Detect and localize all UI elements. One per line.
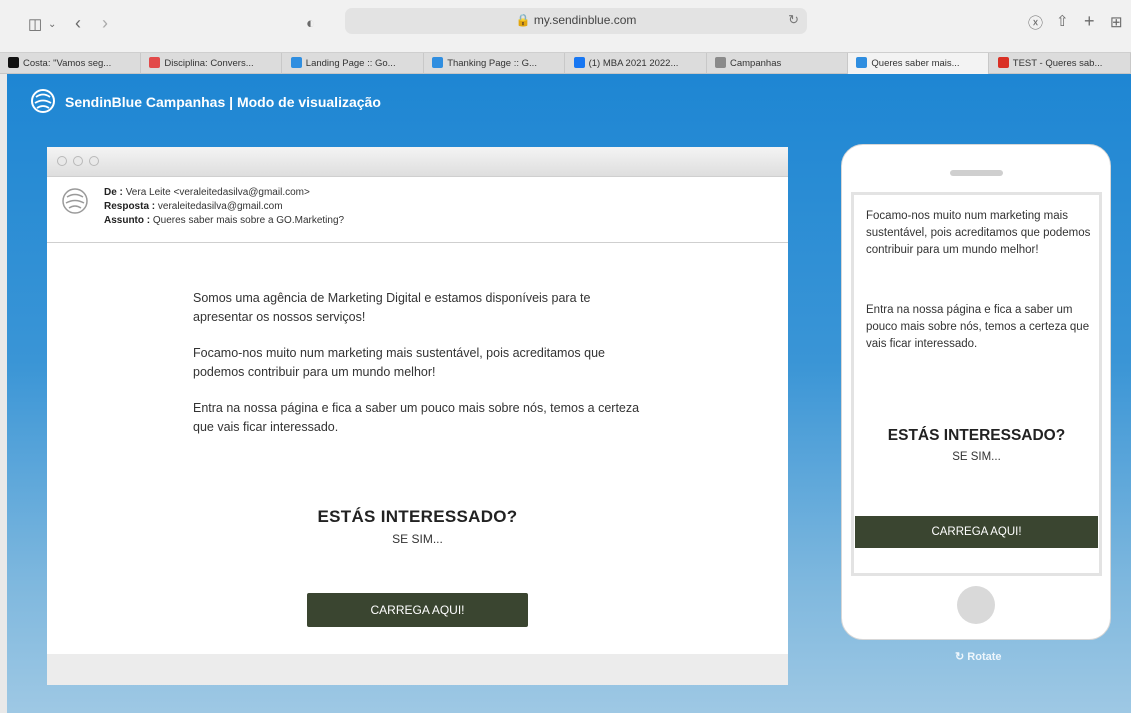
mobile-screen: Focamo-nos muito num marketing mais sust… xyxy=(851,192,1102,576)
phone-home-button xyxy=(957,586,995,624)
back-icon[interactable]: ‹ xyxy=(75,13,81,33)
privacy-shield-icon[interactable]: ◐ xyxy=(306,14,315,34)
tab-favicon-icon xyxy=(573,57,585,68)
subject-line: Assunto : Queres saber mais sobre a GO.M… xyxy=(104,215,344,226)
tab-favicon-icon xyxy=(290,57,302,68)
cta-title: ESTÁS INTERESSADO? xyxy=(317,507,518,526)
reply-label: Resposta : xyxy=(104,201,156,212)
tab-label: Costa: "Vamos seg... xyxy=(23,58,112,69)
window-dot-icon xyxy=(57,156,67,166)
window-dot-icon xyxy=(89,156,99,166)
tab-strip: Costa: "Vamos seg... Disciplina: Convers.… xyxy=(0,52,1131,74)
browser-tab[interactable]: Thanking Page :: G... xyxy=(424,53,566,74)
email-paragraph-2: Focamo-nos muito num marketing mais sust… xyxy=(193,346,605,379)
page-content: SendinBlue Campanhas | Modo de visualiza… xyxy=(7,74,1131,713)
browser-tab[interactable]: Campanhas xyxy=(707,53,848,74)
subject-value: Queres saber mais sobre a GO.Marketing? xyxy=(152,215,345,226)
tab-favicon-icon xyxy=(715,57,726,68)
new-tab-icon[interactable]: + xyxy=(1084,11,1095,31)
tab-label: Disciplina: Convers... xyxy=(164,58,254,69)
tab-favicon-icon xyxy=(997,57,1009,68)
tab-favicon-icon xyxy=(149,57,161,68)
from-value: Vera Leite <veraleitedasilva@gmail.com> xyxy=(125,187,310,198)
tab-favicon-icon xyxy=(432,57,444,68)
tab-favicon-icon xyxy=(856,57,868,68)
browser-tab[interactable]: Landing Page :: Go... xyxy=(283,53,424,74)
cta-button[interactable]: CARREGA AQUI! xyxy=(307,593,528,627)
phone-speaker xyxy=(950,170,1003,176)
tab-favicon-icon xyxy=(8,57,19,68)
rotate-label: Rotate xyxy=(967,651,1002,663)
chevron-down-icon[interactable]: ⌄ xyxy=(48,15,56,35)
preview-footer xyxy=(47,654,788,685)
sender-logo-icon xyxy=(62,188,88,214)
subject-label: Assunto : xyxy=(104,215,151,226)
url-value: my.sendinblue.com xyxy=(533,13,637,27)
from-label: De : xyxy=(104,187,123,198)
sendinblue-logo-icon xyxy=(31,89,55,113)
tab-label: Landing Page :: Go... xyxy=(305,58,396,69)
tab-label: Campanhas xyxy=(730,58,782,69)
email-paragraph-1: Somos uma agência de Marketing Digital e… xyxy=(193,291,591,324)
downloads-icon[interactable]: ⓧ xyxy=(1028,14,1043,34)
app-title: SendinBlue Campanhas | Modo de visualiza… xyxy=(65,94,381,110)
mobile-cta-button[interactable]: CARREGA AQUI! xyxy=(855,516,1098,548)
mobile-cta-title: ESTÁS INTERESSADO? xyxy=(887,427,1066,444)
sidebar-toggle-icon[interactable]: ◫ xyxy=(28,15,42,35)
window-dot-icon xyxy=(73,156,83,166)
mobile-cta-subtitle: SE SIM... xyxy=(952,451,1001,463)
desktop-preview: De : Vera Leite <veraleitedasilva@gmail.… xyxy=(47,147,788,685)
tab-label: Thanking Page :: G... xyxy=(447,58,537,69)
tab-label: Queres saber mais... xyxy=(871,58,960,69)
address-bar[interactable]: 🔒 my.sendinblue.com ↻ xyxy=(345,8,807,34)
mobile-paragraph-2: Focamo-nos muito num marketing mais sust… xyxy=(866,210,1091,256)
reply-line: Resposta : veraleitedasilva@gmail.com xyxy=(104,201,283,212)
browser-toolbar: ◫ ⌄ ‹ › ◐ 🔒 my.sendinblue.com ↻ ⓧ ⇧ + ⊞ xyxy=(0,0,1131,52)
browser-tab[interactable]: Disciplina: Convers... xyxy=(141,53,283,74)
browser-tab[interactable]: (1) MBA 2021 2022... xyxy=(566,53,707,74)
share-icon[interactable]: ⇧ xyxy=(1056,12,1069,32)
reply-value: veraleitedasilva@gmail.com xyxy=(157,201,283,212)
cta-subtitle: SE SIM... xyxy=(392,532,443,546)
reload-icon[interactable]: ↻ xyxy=(788,12,799,28)
tab-label: (1) MBA 2021 2022... xyxy=(588,58,679,69)
email-header: De : Vera Leite <veraleitedasilva@gmail.… xyxy=(47,177,788,243)
mobile-paragraph-3: Entra na nossa página e fica a saber um … xyxy=(866,304,1090,350)
tab-label: TEST - Queres sab... xyxy=(1012,58,1103,69)
browser-tab[interactable]: Queres saber mais... xyxy=(848,53,990,74)
url-text: 🔒 my.sendinblue.com xyxy=(345,13,807,27)
rotate-icon: ↻ xyxy=(955,651,965,663)
from-line: De : Vera Leite <veraleitedasilva@gmail.… xyxy=(104,187,310,198)
forward-icon[interactable]: › xyxy=(102,13,108,33)
browser-tab[interactable]: TEST - Queres sab... xyxy=(990,53,1131,74)
preview-window-bar xyxy=(47,147,788,177)
lock-icon: 🔒 xyxy=(515,13,531,27)
email-paragraph-3: Entra na nossa página e fica a saber um … xyxy=(193,401,640,434)
mobile-preview: Focamo-nos muito num marketing mais sust… xyxy=(841,144,1111,640)
rotate-button[interactable]: ↻ Rotate xyxy=(955,650,1002,663)
tab-overview-icon[interactable]: ⊞ xyxy=(1110,13,1123,33)
browser-tab[interactable]: Costa: "Vamos seg... xyxy=(0,53,141,74)
